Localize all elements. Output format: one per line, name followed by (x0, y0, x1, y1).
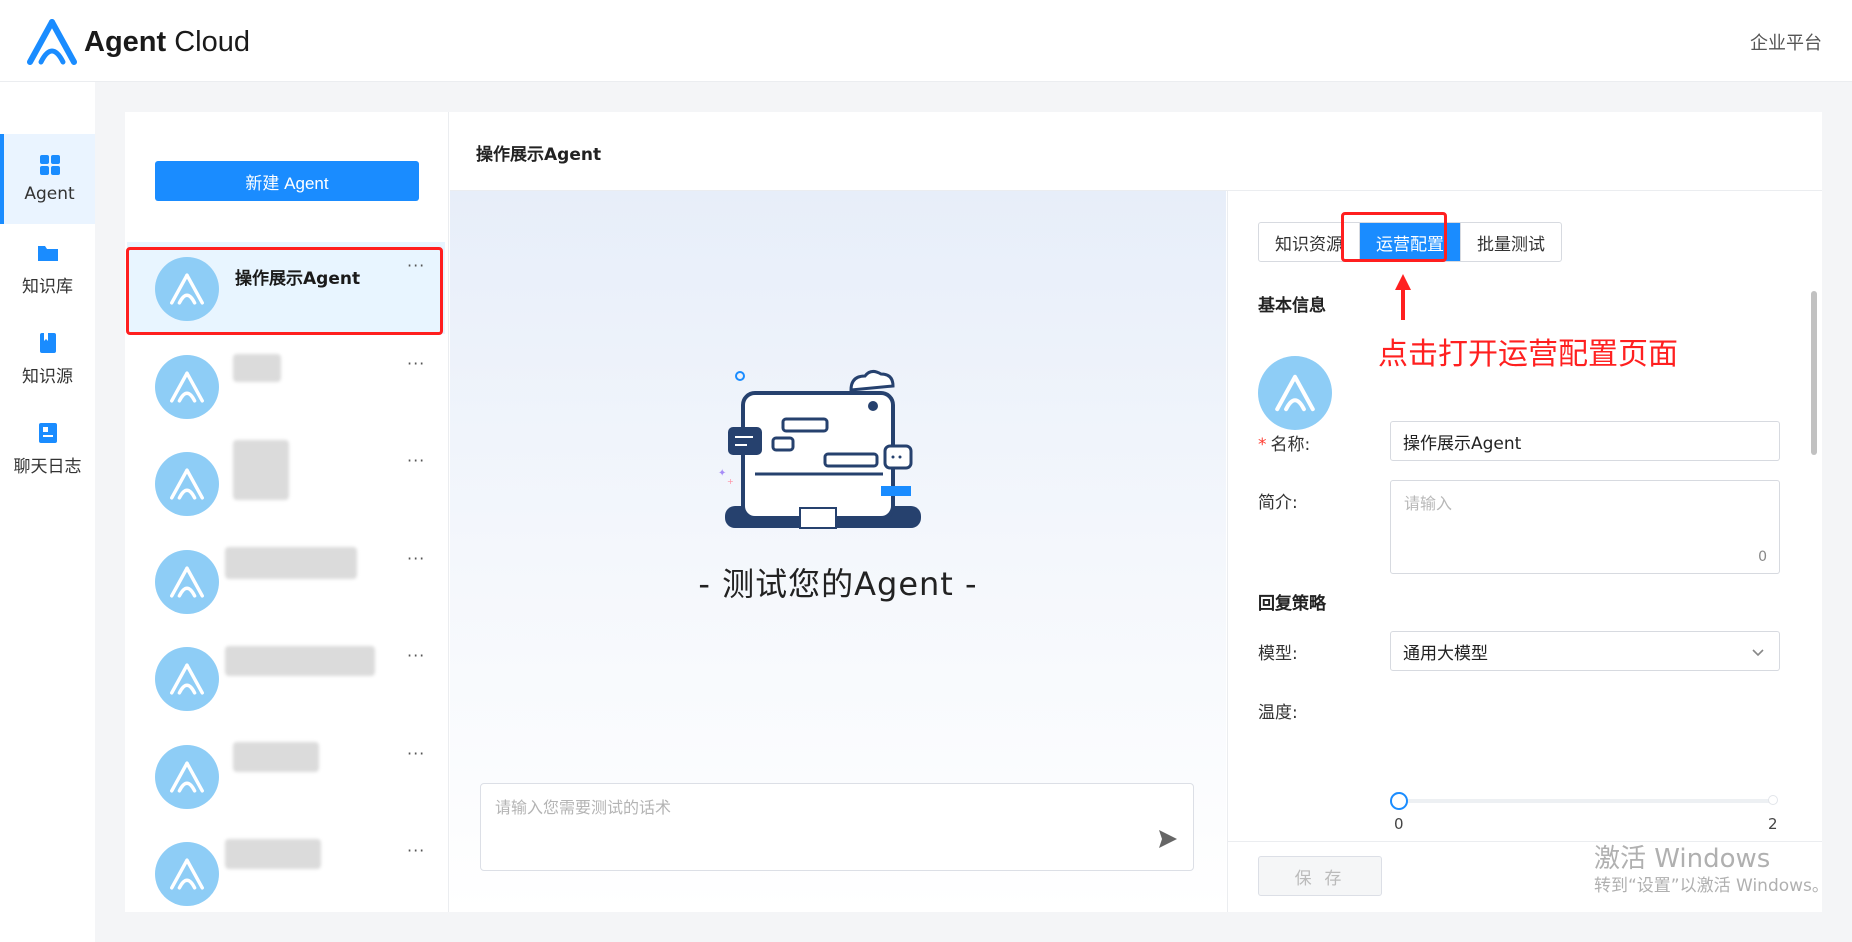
agentcloud-logo[interactable]: Agent Cloud (26, 18, 250, 66)
more-icon[interactable]: ··· (407, 354, 425, 373)
agent-logo-icon (170, 273, 204, 305)
blurred-agent-name (225, 547, 357, 579)
agent-avatar (155, 452, 219, 516)
new-agent-button[interactable]: 新建 Agent (155, 161, 419, 201)
more-icon[interactable]: ··· (407, 256, 425, 275)
name-input[interactable]: 操作展示Agent (1390, 421, 1780, 461)
agent-test-illustration: ✦ + (718, 369, 921, 529)
log-icon (38, 422, 57, 443)
nav-label: Agent (24, 184, 75, 204)
nav-label: 知识库 (22, 276, 73, 297)
intro-textarea[interactable]: 请输入 0 (1390, 480, 1780, 574)
agent-logo-icon (170, 663, 204, 695)
nav-item-knowledge-base[interactable]: 知识库 (0, 224, 95, 314)
annotation-text: 点击打开运营配置页面 (1378, 337, 1678, 372)
agent-list-item[interactable]: ··· (127, 730, 445, 822)
agent-avatar (155, 355, 219, 419)
more-icon[interactable]: ··· (407, 549, 425, 568)
agent-avatar-large[interactable] (1258, 356, 1332, 430)
svg-text:+: + (727, 477, 734, 486)
blurred-agent-name (233, 742, 319, 772)
nav-item-chat-log[interactable]: 聊天日志 (0, 404, 95, 494)
send-icon[interactable] (1157, 828, 1179, 850)
config-tabs: 知识资源 运营配置 批量测试 (1258, 222, 1562, 262)
model-select[interactable]: 通用大模型 (1390, 631, 1780, 671)
side-nav: Agent 知识库 知识源 聊天日志 (0, 82, 95, 942)
main-card: 新建 Agent 操作展示Agent ··· ··· ··· ··· ··· ·… (125, 112, 1822, 912)
windows-activation-hint: 转到“设置”以激活 Windows。 (1594, 876, 1829, 896)
nav-label: 知识源 (22, 366, 73, 387)
tab-operation-config[interactable]: 运营配置 (1359, 223, 1460, 261)
agent-list-item[interactable]: ··· (127, 437, 445, 529)
svg-text:✦: ✦ (718, 468, 726, 479)
temperature-label: 温度: (1258, 703, 1298, 723)
agent-avatar (155, 745, 219, 809)
name-label: * 名称: (1258, 435, 1311, 455)
chevron-down-icon (1752, 649, 1764, 657)
blurred-agent-name (233, 354, 281, 382)
temperature-slider-thumb[interactable] (1390, 792, 1408, 810)
model-value: 通用大模型 (1403, 643, 1488, 664)
basic-info-heading: 基本信息 (1258, 296, 1326, 316)
agent-avatar (155, 257, 219, 321)
agent-logo-icon (170, 468, 204, 500)
enterprise-platform-link[interactable]: 企业平台 (1750, 29, 1822, 55)
test-agent-heading: - 测试您的Agent - (698, 565, 978, 603)
agentcloud-logo-icon (27, 19, 77, 65)
agent-list-panel: 新建 Agent 操作展示Agent ··· ··· ··· ··· ··· ·… (125, 112, 449, 912)
agent-logo-icon (170, 761, 204, 793)
more-icon[interactable]: ··· (407, 744, 425, 763)
agent-logo-icon (170, 566, 204, 598)
agent-logo-icon (170, 371, 204, 403)
more-icon[interactable]: ··· (407, 841, 425, 860)
chat-input-placeholder: 请输入您需要测试的话术 (495, 798, 672, 817)
page-title: 操作展示Agent (476, 145, 602, 165)
agent-avatar (155, 550, 219, 614)
intro-char-count: 0 (1758, 549, 1767, 565)
nav-item-knowledge-source[interactable]: 知识源 (0, 314, 95, 404)
intro-label: 简介: (1258, 493, 1298, 513)
save-button[interactable]: 保 存 (1258, 856, 1382, 896)
blurred-agent-name (233, 440, 289, 500)
book-icon (39, 332, 56, 353)
agent-logo-icon (1275, 374, 1315, 412)
agent-list-item[interactable]: ··· (127, 632, 445, 724)
intro-placeholder: 请输入 (1404, 494, 1453, 513)
agent-name: 操作展示Agent (235, 269, 361, 289)
agent-workspace: 操作展示Agent ✦ + - 测试您的Agent - 请输入您需要测试的话术 … (450, 112, 1822, 912)
tab-batch-test[interactable]: 批量测试 (1460, 223, 1561, 261)
more-icon[interactable]: ··· (407, 646, 425, 665)
nav-item-agent[interactable]: Agent (0, 134, 95, 224)
agent-list-item[interactable]: ··· (127, 340, 445, 432)
chat-input[interactable]: 请输入您需要测试的话术 (480, 783, 1194, 871)
agent-avatar (155, 842, 219, 906)
agent-logo-icon (170, 858, 204, 890)
tab-knowledge-resources[interactable]: 知识资源 (1259, 223, 1359, 261)
model-label: 模型: (1258, 644, 1298, 664)
folder-icon (37, 245, 58, 261)
config-panel: 知识资源 运营配置 批量测试 点击打开运营配置页面 基本信息 * 名称: 操作展示… (1227, 191, 1822, 912)
temperature-min: 0 (1394, 815, 1404, 833)
temperature-slider-track[interactable] (1398, 799, 1776, 803)
brand-name: Agent Cloud (84, 25, 251, 58)
grid-icon (39, 155, 60, 175)
chat-test-area: ✦ + - 测试您的Agent - 请输入您需要测试的话术 (450, 191, 1226, 912)
temperature-slider-end (1768, 795, 1778, 805)
blurred-agent-name (225, 646, 375, 676)
temperature-max: 2 (1768, 815, 1778, 833)
top-header: Agent Cloud 企业平台 (0, 0, 1852, 82)
agent-list-item[interactable]: ··· (127, 535, 445, 627)
panel-scrollbar[interactable] (1811, 291, 1817, 455)
windows-activation-watermark: 激活 Windows (1594, 844, 1771, 874)
reply-strategy-heading: 回复策略 (1258, 594, 1326, 614)
agent-list-item[interactable]: ··· (127, 827, 445, 912)
agent-list-item-selected[interactable]: 操作展示Agent ··· (127, 242, 445, 334)
blurred-agent-name (225, 839, 321, 869)
more-icon[interactable]: ··· (407, 451, 425, 470)
annotation-arrow-icon (1395, 274, 1411, 320)
nav-label: 聊天日志 (13, 456, 82, 477)
agent-avatar (155, 647, 219, 711)
